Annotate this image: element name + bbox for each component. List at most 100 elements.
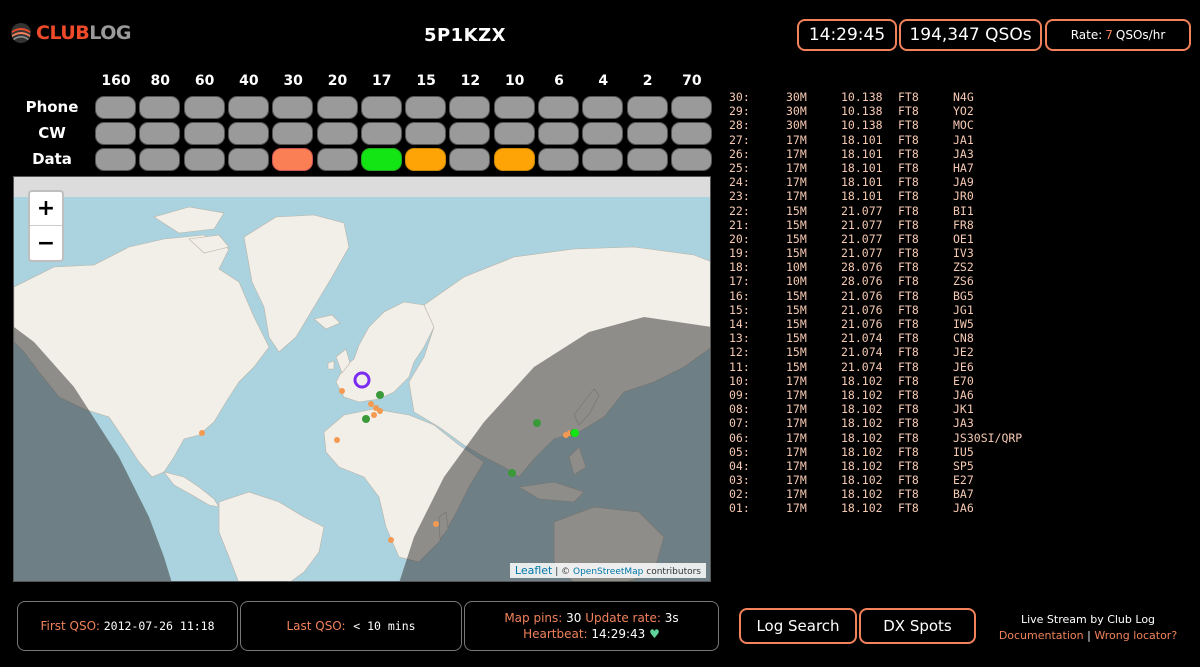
band-mode-cell	[582, 148, 624, 171]
log-band: 17M	[786, 458, 807, 473]
callsign-title: 5P1KZX	[423, 25, 507, 46]
log-callsign: JE2	[953, 345, 974, 360]
qso-pin[interactable]	[371, 412, 377, 418]
last-qso-label: Last QSO:	[286, 619, 346, 633]
band-mode-cell	[626, 122, 668, 145]
map-canvas	[14, 177, 710, 581]
log-mode: FT8	[898, 501, 919, 516]
log-index: 12:	[729, 345, 750, 360]
log-frequency: 18.102	[841, 430, 883, 445]
log-mode: FT8	[898, 359, 919, 374]
band-mode-cell	[670, 122, 712, 145]
log-band: 17M	[786, 444, 807, 459]
leaflet-link[interactable]: Leaflet	[515, 564, 552, 577]
log-band: 17M	[786, 175, 807, 190]
rate-label: Rate:	[1070, 28, 1103, 42]
log-band: 30M	[786, 118, 807, 133]
band-mode-cell	[670, 148, 712, 171]
log-row: 13: 15M 21.074 FT8 CN8	[729, 331, 1189, 345]
clublog-logo[interactable]: CLUBLOG	[10, 22, 131, 44]
log-index: 14:	[729, 317, 750, 331]
update-rate-value: 3s	[664, 611, 679, 625]
qso-pin[interactable]	[376, 391, 384, 399]
band-mode-cell	[139, 96, 181, 119]
band-mode-cell	[582, 96, 624, 119]
qso-pin[interactable]	[362, 415, 370, 423]
log-frequency: 18.101	[841, 175, 883, 190]
log-index: 04:	[729, 458, 750, 473]
osm-link[interactable]: OpenStreetMap	[573, 567, 643, 577]
log-index: 10:	[729, 373, 750, 388]
log-row: 19: 15M 21.077 FT8 IV3	[729, 246, 1189, 260]
attribution-separator: | ©	[555, 567, 571, 577]
zoom-out-button[interactable]: −	[30, 226, 62, 260]
logo-club-text: CLUB	[36, 22, 90, 44]
log-row: 03: 17M 18.102 FT8 E27	[729, 473, 1189, 487]
log-mode: FT8	[898, 274, 919, 289]
log-mode: FT8	[898, 345, 919, 360]
log-mode: FT8	[898, 260, 919, 275]
qso-pin[interactable]	[377, 408, 383, 414]
qso-pin-recent[interactable]	[571, 429, 579, 437]
band-mode-cell	[139, 148, 181, 171]
log-mode: FT8	[898, 217, 919, 232]
log-row: 08: 17M 18.102 FT8 JK1	[729, 402, 1189, 416]
log-mode: FT8	[898, 90, 919, 104]
log-callsign: ZS2	[953, 260, 974, 275]
mode-label: Phone	[25, 98, 79, 116]
first-qso-label: First QSO:	[40, 619, 100, 633]
log-mode: FT8	[898, 473, 919, 488]
log-index: 25:	[729, 160, 750, 175]
log-frequency: 21.076	[841, 288, 883, 303]
qso-pin[interactable]	[368, 401, 374, 407]
documentation-link[interactable]: Documentation	[999, 629, 1084, 642]
logo-log-text: LOG	[89, 22, 131, 44]
qso-pin[interactable]	[334, 437, 340, 443]
last-qso-value: < 10 mins	[353, 619, 416, 633]
band-mode-cell	[360, 148, 402, 171]
qso-pin[interactable]	[199, 430, 205, 436]
band-mode-cell	[405, 122, 447, 145]
log-callsign: SP5	[953, 458, 974, 473]
map-pins-value: 30	[566, 611, 582, 625]
qso-pin[interactable]	[533, 419, 541, 427]
log-index: 13:	[729, 331, 750, 346]
log-index: 09:	[729, 387, 750, 402]
log-frequency: 18.101	[841, 146, 883, 161]
qso-pin[interactable]	[433, 521, 439, 527]
first-qso-box: First QSO: 2012-07-26 11:18	[17, 601, 238, 651]
log-callsign: BI1	[953, 203, 974, 218]
log-callsign: CN8	[953, 331, 974, 346]
log-frequency: 18.102	[841, 458, 883, 473]
log-frequency: 21.077	[841, 217, 883, 232]
clublog-logo-icon	[11, 23, 31, 43]
log-callsign: JR0	[953, 189, 974, 204]
dx-spots-button[interactable]: DX Spots	[859, 608, 976, 644]
band-mode-cell	[272, 96, 314, 119]
log-band: 15M	[786, 231, 807, 246]
band-mode-cell	[227, 148, 269, 171]
qso-pin[interactable]	[508, 469, 516, 477]
log-band: 17M	[786, 387, 807, 402]
log-mode: FT8	[898, 402, 919, 417]
log-band: 17M	[786, 473, 807, 488]
band-header: 10	[504, 73, 525, 89]
qso-pin[interactable]	[388, 537, 394, 543]
zoom-in-button[interactable]: +	[30, 192, 62, 226]
log-index: 08:	[729, 402, 750, 417]
log-callsign: JA3	[953, 416, 974, 431]
band-mode-cell	[626, 96, 668, 119]
qso-pin[interactable]	[339, 388, 345, 394]
log-band: 15M	[786, 217, 807, 232]
log-band: 15M	[786, 203, 807, 218]
log-callsign: E27	[953, 473, 974, 488]
wrong-locator-link[interactable]: Wrong locator?	[1094, 629, 1177, 642]
log-callsign: OE1	[953, 231, 974, 246]
band-mode-cell	[316, 122, 358, 145]
log-search-button[interactable]: Log Search	[739, 608, 857, 644]
band-mode-cell	[449, 122, 491, 145]
world-map[interactable]: + − Leaflet | © OpenStreetMap contributo…	[13, 176, 711, 582]
log-frequency: 28.076	[841, 260, 883, 275]
log-row: 26: 17M 18.101 FT8 JA3	[729, 147, 1189, 161]
log-band: 17M	[786, 189, 807, 204]
